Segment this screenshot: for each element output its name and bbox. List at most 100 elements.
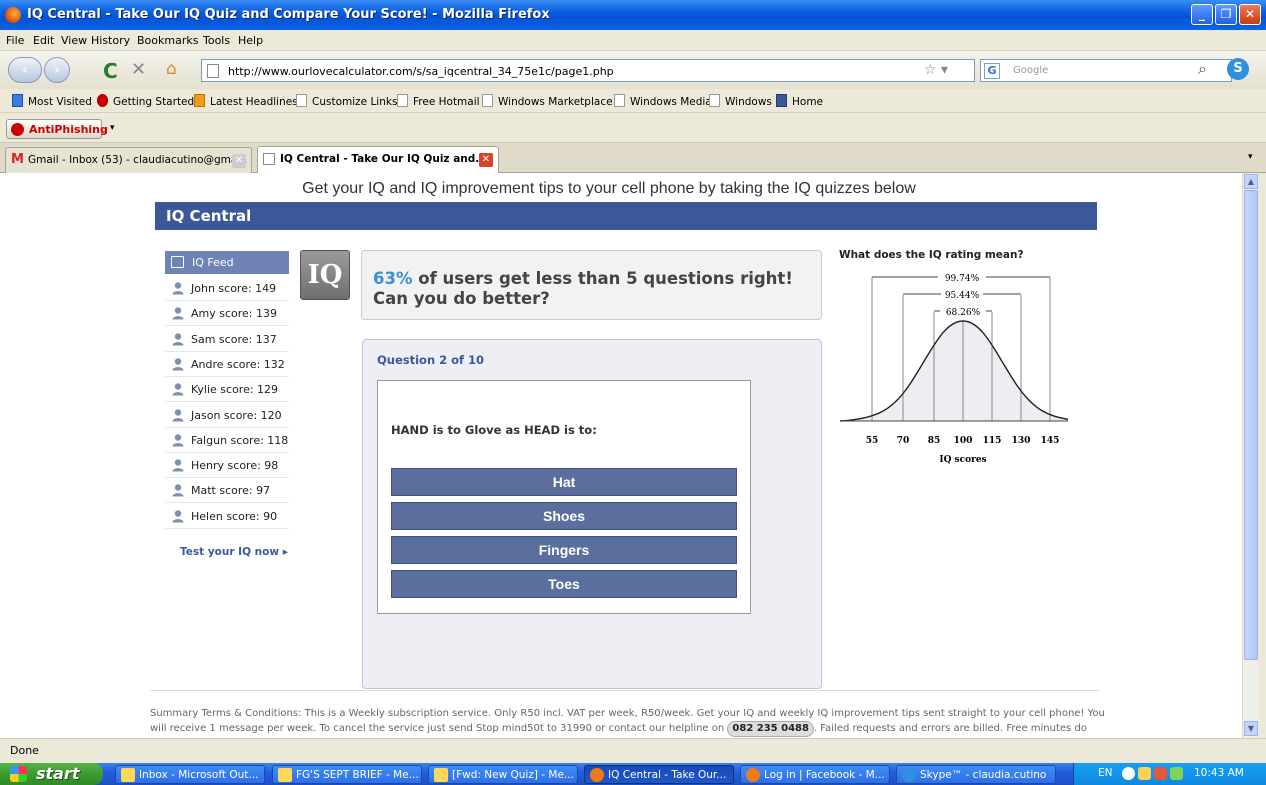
taskbar-item[interactable]: Skype™ - claudia.cutino [896,765,1056,784]
tab-iq-central[interactable]: IQ Central - Take Our IQ Quiz and... ✕ [257,146,499,174]
close-tab-icon[interactable]: ✕ [232,154,246,168]
scroll-down-icon[interactable]: ▼ [1244,721,1258,736]
bookmark-windows[interactable]: Windows [709,94,772,108]
skype-icon [902,768,916,782]
curve-fill [840,321,1068,421]
taskbar: start Inbox - Microsoft Out... FG'S SEPT… [0,763,1266,785]
user-icon [172,332,184,346]
band-label: 95.44% [945,291,980,301]
user-score-row[interactable]: Falgun score: 118 [165,428,289,453]
user-score-row[interactable]: Matt score: 97 [165,478,289,504]
iq-feed-tab[interactable]: IQ Feed [165,251,289,274]
bookmark-windows-marketplace[interactable]: Windows Marketplace [482,94,613,108]
user-score-row[interactable]: Henry score: 98 [165,453,289,479]
skype-icon[interactable]: S [1227,58,1249,80]
menu-history[interactable]: History [91,34,130,47]
user-score-label: Henry score: 98 [191,459,279,473]
start-button[interactable]: start [0,763,103,785]
browser-window: IQ Central - Take Our IQ Quiz and Compar… [0,0,1266,785]
user-score-row[interactable]: Helen score: 90 [165,504,289,529]
user-score-row[interactable]: Sam score: 137 [165,327,289,352]
taskbar-item[interactable]: Log in | Facebook - M... [740,765,890,784]
menu-view[interactable]: View [61,34,87,47]
security-tray-icon[interactable] [1154,767,1167,780]
firefox-icon [590,768,604,782]
close-button[interactable]: ✕ [1239,4,1261,25]
google-icon[interactable]: G [984,63,1000,79]
title-bar[interactable]: IQ Central - Take Our IQ Quiz and Compar… [0,0,1266,30]
search-icon[interactable]: ⌕ [1198,59,1207,79]
network-tray-icon[interactable] [1170,767,1183,780]
back-button[interactable]: ‹ [8,57,42,83]
terms-text: Summary Terms & Conditions: This is a We… [150,707,1105,738]
maximize-button[interactable]: ❐ [1215,4,1237,25]
bookmarks-toolbar: Most Visited Getting Started Latest Head… [0,89,1266,113]
menu-tools[interactable]: Tools [203,34,230,47]
antiphishing-toolbar: AntiPhishing ▾ [0,113,1266,143]
antiphishing-button[interactable]: AntiPhishing [6,119,108,139]
taskbar-item[interactable]: Inbox - Microsoft Out... [115,765,265,784]
navigation-toolbar: ‹ › C ✕ ⌂ http://www.ourlovecalculator.c… [0,51,1266,89]
tray-arrow-icon[interactable] [1122,767,1135,780]
user-score-label: Amy score: 139 [191,307,278,321]
iq-logo: IQ [300,250,350,300]
scroll-thumb[interactable] [1244,190,1258,660]
forward-button[interactable]: › [44,57,70,83]
email-icon [278,768,292,782]
outlook-icon [121,768,135,782]
bookmark-home[interactable]: Home [776,94,823,108]
menu-edit[interactable]: Edit [33,34,54,47]
helpline-number[interactable]: 082 235 0488 [727,721,814,737]
windows-logo-icon [10,766,27,782]
firefox-icon [5,7,21,23]
tick-label: 145 [1041,436,1060,446]
user-score-row[interactable]: Jason score: 120 [165,403,289,428]
test-iq-link[interactable]: Test your IQ now ▸ [180,546,288,558]
user-score-row[interactable]: John score: 149 [165,276,289,301]
bookmark-getting-started[interactable]: Getting Started [97,94,194,108]
bookmark-windows-media[interactable]: Windows Media [614,94,712,108]
taskbar-item[interactable]: FG'S SEPT BRIEF - Me... [272,765,422,784]
url-bar[interactable]: http://www.ourlovecalculator.com/s/sa_iq… [201,59,975,82]
user-score-row[interactable]: Andre score: 132 [165,352,289,377]
question-number: Question 2 of 10 [377,353,485,367]
answer-button[interactable]: Toes [391,570,737,598]
search-input[interactable]: G Google [980,59,1232,82]
tab-list-icon[interactable]: ▾ [1248,152,1253,162]
user-score-row[interactable]: Amy score: 139 [165,301,289,327]
taskbar-item[interactable]: IQ Central - Take Our... [584,765,734,784]
scroll-up-icon[interactable]: ▲ [1244,174,1258,189]
stop-icon[interactable]: ✕ [131,59,146,80]
mail-tray-icon[interactable] [1138,767,1151,780]
answer-button[interactable]: Hat [391,468,737,496]
bookmark-latest-headlines[interactable]: Latest Headlines [194,94,298,108]
menu-help[interactable]: Help [238,34,263,47]
system-tray: EN 10:43 AM [1073,763,1266,785]
taskbar-item[interactable]: [Fwd: New Quiz] - Me... [428,765,578,784]
bookmark-most-visited[interactable]: Most Visited [12,94,92,108]
answer-button[interactable]: Fingers [391,536,737,564]
reload-icon[interactable]: C [103,59,118,83]
user-score-row[interactable]: Kylie score: 129 [165,377,289,403]
page-icon [397,94,408,107]
tab-gmail[interactable]: M Gmail - Inbox (53) - claudiacutino@gma… [5,147,252,173]
page-icon [482,94,493,107]
close-tab-icon[interactable]: ✕ [479,153,493,167]
bookmark-free-hotmail[interactable]: Free Hotmail [397,94,480,108]
bell-curve-chart: 99.74% 95.44% 68.26% 55 70 85 100 115 13… [839,274,1068,465]
menu-bookmarks[interactable]: Bookmarks [137,34,198,47]
bookmark-star-icon[interactable]: ☆ ▾ [924,62,948,78]
site-title: IQ Central [166,207,252,225]
url-text: http://www.ourlovecalculator.com/s/sa_iq… [228,65,614,78]
chevron-down-icon[interactable]: ▾ [110,123,115,133]
home-icon[interactable]: ⌂ [166,59,177,79]
vertical-scrollbar[interactable]: ▲ ▼ [1242,173,1258,738]
user-icon [172,434,184,447]
bookmark-customize-links[interactable]: Customize Links [296,94,397,108]
clock: 10:43 AM [1194,767,1244,779]
minimize-button[interactable]: _ [1191,4,1213,25]
most-visited-icon [12,94,23,107]
menu-file[interactable]: File [6,34,24,47]
language-indicator[interactable]: EN [1098,767,1113,779]
answer-button[interactable]: Shoes [391,502,737,530]
